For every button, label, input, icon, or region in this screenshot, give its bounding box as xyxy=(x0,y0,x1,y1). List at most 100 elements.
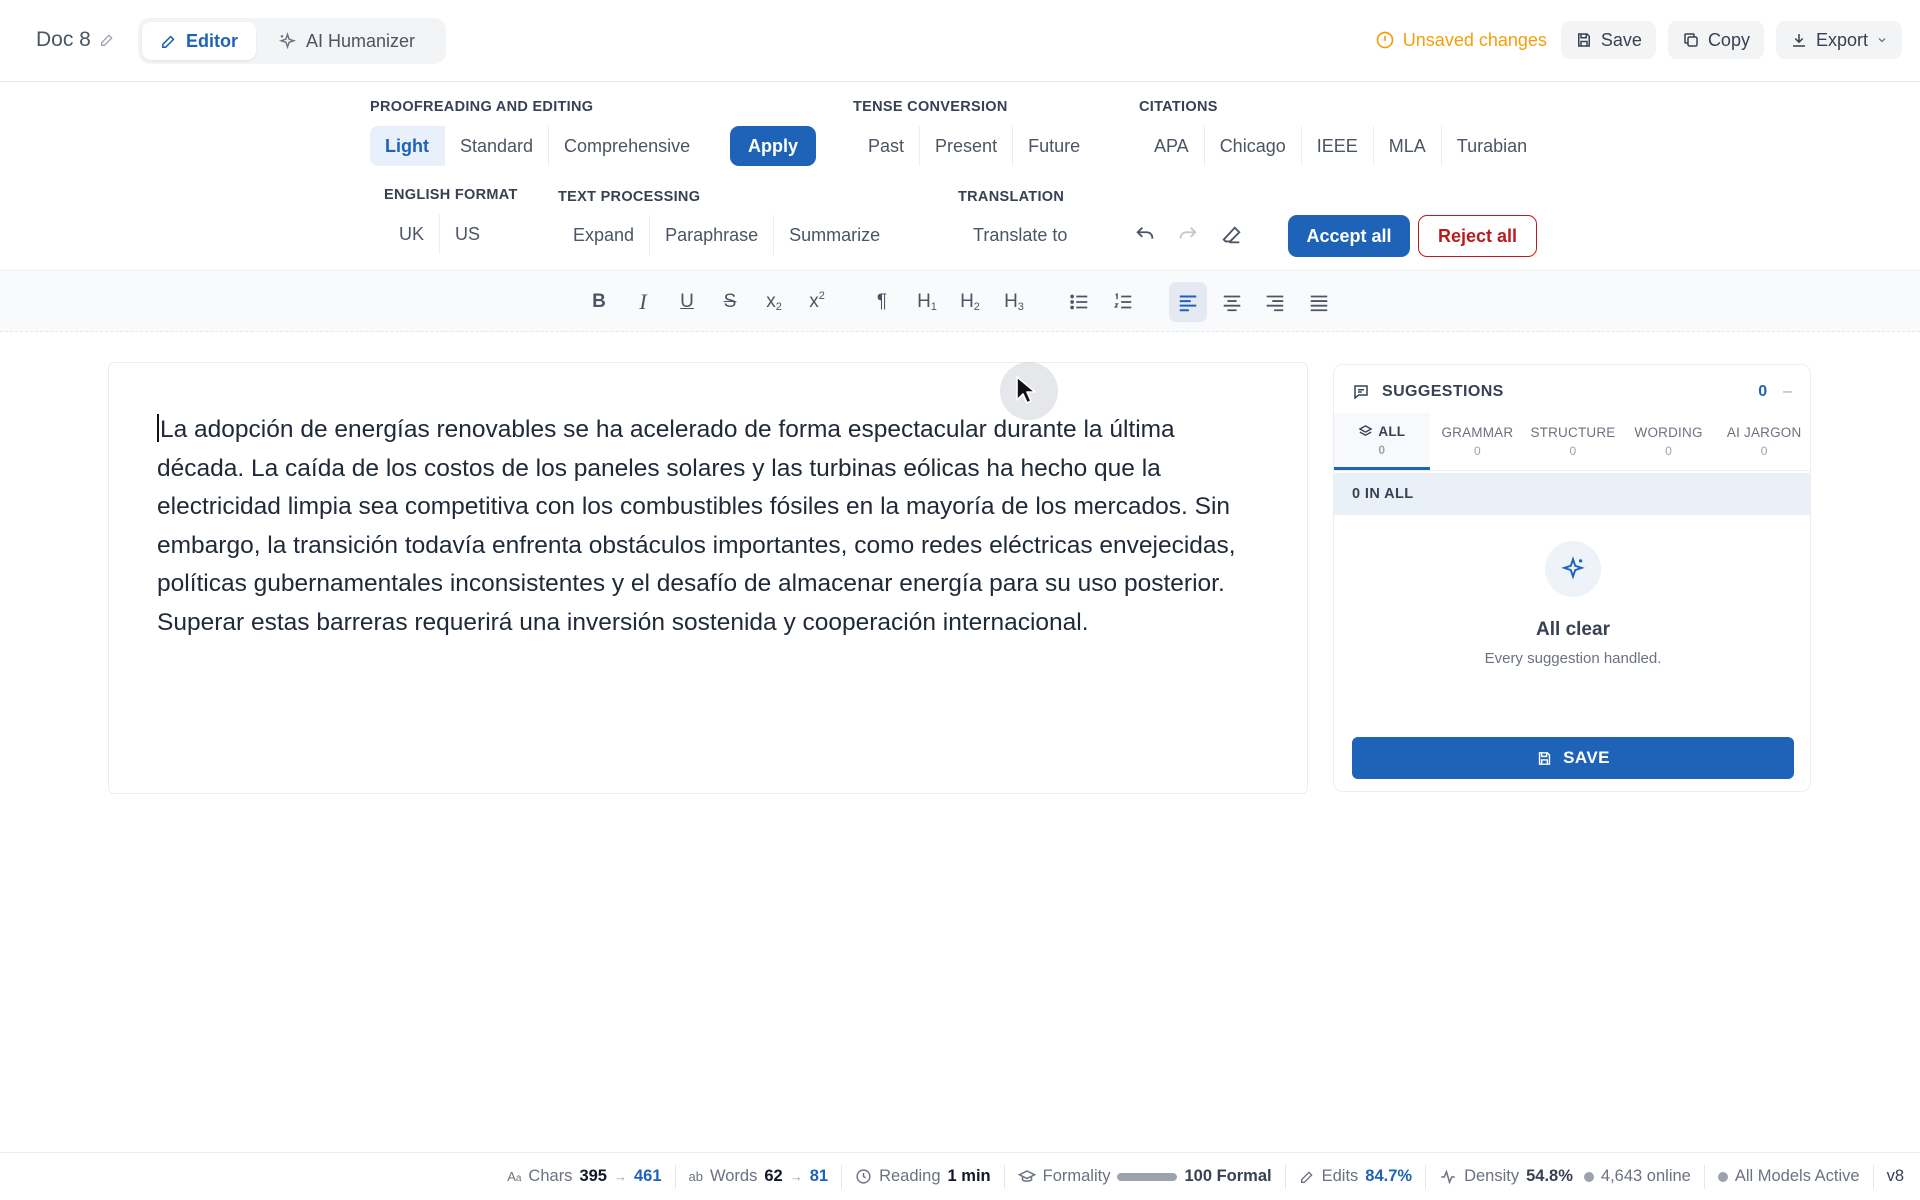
accept-all-button[interactable]: Accept all xyxy=(1288,215,1410,257)
clock-icon xyxy=(855,1168,872,1185)
citation-apa[interactable]: APA xyxy=(1139,126,1205,166)
copy-button[interactable]: Copy xyxy=(1667,21,1764,59)
citation-ieee[interactable]: IEEE xyxy=(1302,126,1374,166)
export-button[interactable]: Export xyxy=(1775,21,1902,59)
editor-panel[interactable]: La adopción de energías renovables se ha… xyxy=(108,362,1308,794)
empty-state: All clear Every suggestion handled. xyxy=(1334,515,1810,705)
align-right-icon[interactable] xyxy=(1256,282,1294,322)
pencil-icon xyxy=(1299,1169,1315,1185)
top-bar: Doc 8 Editor AI Humanizer Unsaved change… xyxy=(0,0,1920,82)
strikethrough-icon[interactable]: S xyxy=(711,282,749,322)
subscript-icon[interactable]: x2 xyxy=(755,282,793,322)
tab-structure-label: STRUCTURE xyxy=(1530,425,1616,440)
text-expand[interactable]: Expand xyxy=(558,215,651,255)
suggestions-panel: SUGGESTIONS 0 – ALL 0 GRAMMAR 0 STRUCTUR… xyxy=(1333,364,1811,792)
redo-icon[interactable] xyxy=(1173,220,1203,250)
align-left-icon[interactable] xyxy=(1169,282,1207,322)
tab-grammar[interactable]: GRAMMAR 0 xyxy=(1430,413,1526,470)
tab-editor[interactable]: Editor xyxy=(142,22,256,60)
mode-tabs: Editor AI Humanizer xyxy=(138,18,446,64)
layers-icon xyxy=(1358,424,1373,439)
citation-mla[interactable]: MLA xyxy=(1374,126,1442,166)
tab-ai-jargon-count: 0 xyxy=(1760,444,1768,458)
numbered-list-icon[interactable] xyxy=(1104,282,1142,322)
suggestions-count: 0 xyxy=(1758,383,1768,400)
english-uk[interactable]: UK xyxy=(384,214,441,254)
minimize-button[interactable]: – xyxy=(1783,383,1792,401)
tense-options: Past Present Future xyxy=(853,126,1095,166)
mouse-cursor-icon xyxy=(1000,362,1058,420)
tab-structure[interactable]: STRUCTURE 0 xyxy=(1525,413,1621,470)
bold-icon[interactable]: B xyxy=(580,282,618,322)
floppy-icon xyxy=(1575,31,1593,49)
reading-stat: Reading 1 min xyxy=(842,1164,1005,1189)
chars-label: Chars xyxy=(528,1167,573,1185)
heading-2-icon[interactable]: H2 xyxy=(951,282,989,322)
tab-ai-jargon[interactable]: AI JARGON 0 xyxy=(1716,413,1810,470)
proofreading-label: PROOFREADING AND EDITING xyxy=(370,99,594,115)
eraser-icon[interactable] xyxy=(1217,220,1247,250)
tab-wording[interactable]: WORDING 0 xyxy=(1621,413,1717,470)
heading-1-icon[interactable]: H1 xyxy=(908,282,946,322)
citation-turabian[interactable]: Turabian xyxy=(1442,126,1542,166)
text-processing-label: TEXT PROCESSING xyxy=(558,189,701,205)
suggestion-category-tabs: ALL 0 GRAMMAR 0 STRUCTURE 0 WORDING 0 AI… xyxy=(1334,413,1810,471)
italic-icon[interactable]: I xyxy=(624,282,662,322)
online-dot-icon xyxy=(1583,1171,1594,1182)
reading-label: Reading xyxy=(879,1167,941,1185)
suggestions-save-button[interactable]: SAVE xyxy=(1352,737,1794,779)
citation-chicago[interactable]: Chicago xyxy=(1205,126,1302,166)
tense-present[interactable]: Present xyxy=(920,126,1014,166)
models-text: All Models Active xyxy=(1734,1167,1860,1185)
sparkle-icon xyxy=(1545,541,1601,597)
underline-icon[interactable]: U xyxy=(668,282,706,322)
reject-all-button[interactable]: Reject all xyxy=(1418,215,1537,257)
tab-all-count: 0 xyxy=(1378,442,1386,457)
save-button[interactable]: Save xyxy=(1560,21,1656,59)
unsaved-text: Unsaved changes xyxy=(1402,29,1547,50)
tab-all[interactable]: ALL 0 xyxy=(1334,413,1430,470)
density-value: 54.8% xyxy=(1526,1167,1573,1185)
heading-3-icon[interactable]: H3 xyxy=(995,282,1033,322)
tab-all-label: ALL xyxy=(1378,423,1406,439)
words-to: 81 xyxy=(809,1167,829,1185)
align-justify-icon[interactable] xyxy=(1300,282,1338,322)
superscript-icon[interactable]: x2 xyxy=(798,282,836,322)
translate-to-button[interactable]: Translate to xyxy=(958,215,1082,255)
proofreading-light[interactable]: Light xyxy=(370,126,445,166)
editor-content[interactable]: La adopción de energías renovables se ha… xyxy=(157,411,1267,642)
align-center-icon[interactable] xyxy=(1213,282,1251,322)
text-summarize[interactable]: Summarize xyxy=(774,215,895,255)
undo-icon[interactable] xyxy=(1130,220,1160,250)
text-paraphrase[interactable]: Paraphrase xyxy=(650,215,775,255)
in-all-summary: 0 IN ALL xyxy=(1334,473,1810,515)
proofreading-standard[interactable]: Standard xyxy=(445,126,550,166)
paragraph-icon[interactable]: ¶ xyxy=(863,282,901,322)
words-label: Words xyxy=(709,1167,758,1185)
status-bar: Aa Chars 395 → 461 ab Words 62 → 81 Read… xyxy=(0,1152,1920,1200)
words-from: 62 xyxy=(764,1167,783,1185)
tab-ai-humanizer[interactable]: AI Humanizer xyxy=(260,22,433,60)
tense-label: TENSE CONVERSION xyxy=(853,99,1008,115)
tense-past[interactable]: Past xyxy=(853,126,921,166)
text-caret xyxy=(157,414,159,442)
empty-subtitle: Every suggestion handled. xyxy=(1484,650,1662,667)
export-label: Export xyxy=(1815,29,1868,50)
apply-button[interactable]: Apply xyxy=(730,126,816,166)
edits-value: 84.7% xyxy=(1365,1167,1413,1185)
english-us[interactable]: US xyxy=(440,214,495,254)
density-stat: Density 54.8% 4,643 online xyxy=(1426,1164,1705,1189)
chevron-down-icon xyxy=(1876,34,1888,46)
proofreading-comprehensive[interactable]: Comprehensive xyxy=(549,126,705,166)
rename-pencil-icon[interactable] xyxy=(99,32,115,48)
doc-title[interactable]: Doc 8 xyxy=(36,28,115,52)
chars-from: 395 xyxy=(579,1167,607,1185)
suggestions-header: SUGGESTIONS 0 – xyxy=(1352,377,1792,407)
text-processing-options: Expand Paraphrase Summarize xyxy=(558,215,895,255)
formality-meter xyxy=(1117,1172,1178,1181)
proofreading-options: Light Standard Comprehensive xyxy=(370,126,705,166)
tense-future[interactable]: Future xyxy=(1013,126,1095,166)
top-actions: Unsaved changes Save Copy Export xyxy=(1375,21,1902,59)
density-label: Density xyxy=(1464,1167,1520,1185)
bullet-list-icon[interactable] xyxy=(1060,282,1098,322)
